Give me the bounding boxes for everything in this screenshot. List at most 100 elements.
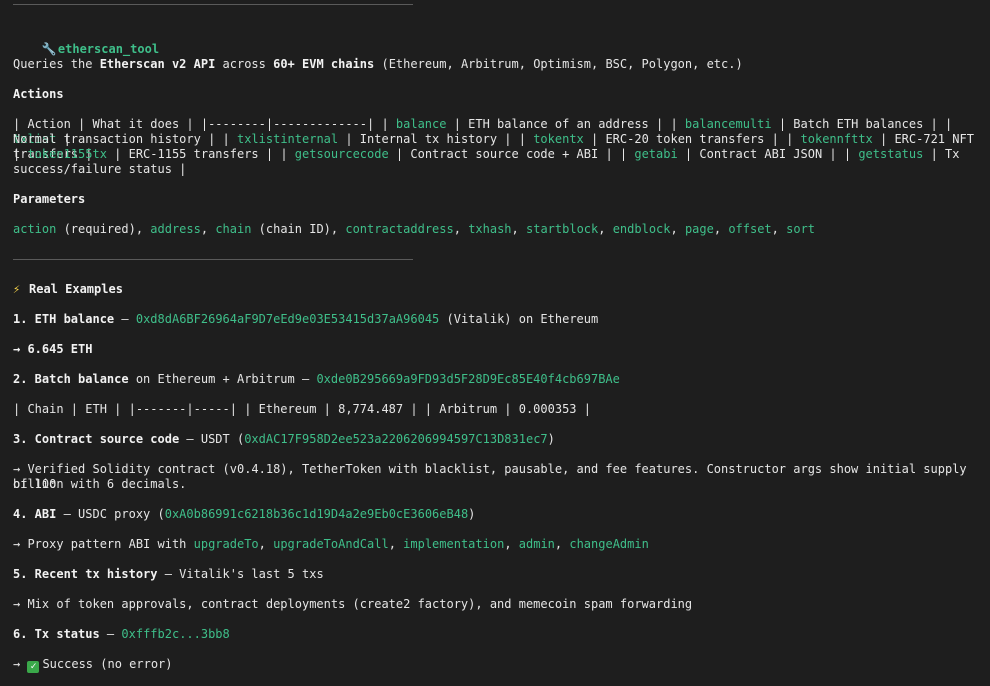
terminal-output: 🔧etherscan_tool Queries the Etherscan v2… [0, 0, 990, 686]
example-5-mid: — Vitalik's last 5 txs [157, 567, 324, 581]
actions-table-row-4: success/failure status | [13, 162, 187, 176]
example-4-label: 4. ABI [13, 507, 57, 521]
divider [13, 259, 413, 260]
action-getabi: getabi [634, 147, 678, 161]
param-startblock: startblock [526, 222, 599, 236]
examples-heading: ⚡ Real Examples [13, 282, 980, 297]
example-6-dash: — [99, 627, 122, 641]
param-sep: , [598, 222, 613, 236]
actions-text: | ERC-20 token transfers | | [583, 132, 801, 146]
param-sep: , [670, 222, 685, 236]
param-sep: (required), [56, 222, 151, 236]
param-page: page [684, 222, 714, 236]
action-balance: balance [395, 117, 447, 131]
intro-api: Etherscan v2 API [99, 57, 216, 71]
example-5: 5. Recent tx history — Vitalik's last 5 … [13, 567, 980, 582]
actions-text: | Action | What it does | |--------|----… [13, 117, 396, 131]
param-sep: , [771, 222, 787, 236]
action-txlistinternal: txlistinternal [236, 132, 339, 146]
tool-name: etherscan_tool [57, 42, 160, 56]
param-sep: (chain ID), [251, 222, 346, 236]
example-1-post: (Vitalik) on Ethereum [439, 312, 599, 326]
fn-sep: , [388, 537, 404, 551]
intro-post: (Ethereum, Arbitrum, Optimism, BSC, Poly… [374, 57, 743, 71]
example-3-post: ) [547, 432, 555, 446]
param-contractaddress: contractaddress [345, 222, 454, 236]
actions-text: | [13, 147, 28, 161]
fn-changeAdmin: changeAdmin [569, 537, 649, 551]
example-6: 6. Tx status — 0xfffb2c...3bb8 [13, 627, 980, 642]
fn-admin: admin [518, 537, 555, 551]
param-sep: , [453, 222, 469, 236]
example-2-address: 0xde0B295669a9FD93d5F28D9Ec85E40f4cb697B… [316, 372, 620, 386]
example-3: 3. Contract source code — USDT (0xdAC17F… [13, 432, 980, 447]
example-4-result: → Proxy pattern ABI with upgradeTo, upgr… [13, 537, 980, 552]
example-6-hash: 0xfffb2c...3bb8 [121, 627, 230, 641]
example-2-mid: on Ethereum + Arbitrum — [128, 372, 317, 386]
param-address: address [150, 222, 201, 236]
example-4: 4. ABI — USDC proxy (0xA0b86991c6218b36c… [13, 507, 980, 522]
param-offset: offset [728, 222, 772, 236]
example-6-result-pre: → [13, 657, 28, 671]
example-4-result-pre: → Proxy pattern ABI with [13, 537, 194, 551]
example-2-label: 2. Batch balance [13, 372, 129, 386]
intro-mid: across [215, 57, 274, 71]
param-action: action [13, 222, 57, 236]
example-3-mid: — USDT ( [179, 432, 245, 446]
fn-upgradeTo: upgradeTo [193, 537, 259, 551]
example-4-post: ) [468, 507, 476, 521]
param-chain: chain [215, 222, 252, 236]
example-3-result-line-2: billion with 6 decimals. [13, 477, 187, 491]
action-getsourcecode: getsourcecode [294, 147, 389, 161]
param-sep: , [713, 222, 729, 236]
fn-upgradeToAndCall: upgradeToAndCall [273, 537, 389, 551]
action-balancemulti: balancemulti [684, 117, 772, 131]
example-1-dash: — [114, 312, 136, 326]
param-txhash: txhash [468, 222, 512, 236]
example-5-label: 5. Recent tx history [13, 567, 158, 581]
param-endblock: endblock [612, 222, 671, 236]
example-1: 1. ETH balance — 0xd8dA6BF26964aF9D7eEd9… [13, 312, 980, 327]
intro-text: Queries the Etherscan v2 API across 60+ … [13, 57, 980, 72]
param-sort: sort [786, 222, 816, 236]
param-sep: , [200, 222, 216, 236]
actions-text: Normal transaction history | | [13, 132, 237, 146]
example-1-result: → 6.645 ETH [13, 342, 93, 356]
example-1-label: 1. ETH balance [13, 312, 115, 326]
actions-heading: Actions [13, 87, 64, 101]
examples-heading-text: Real Examples [29, 282, 123, 296]
example-4-address: 0xA0b86991c6218b36c1d19D4a2e9Eb0cE3606eB… [164, 507, 469, 521]
example-6-result: → ✓ Success (no error) [13, 657, 980, 673]
actions-text: | Batch ETH balances | | [771, 117, 960, 131]
parameters-heading: Parameters [13, 192, 86, 206]
example-1-address: 0xd8dA6BF26964aF9D7eEd9e03E53415d37aA960… [135, 312, 440, 326]
param-sep: , [511, 222, 526, 236]
actions-text: | ERC-1155 transfers | | [106, 147, 295, 161]
check-mark-icon: ✓ [27, 661, 40, 673]
actions-text: | Contract source code + ABI | | [388, 147, 635, 161]
fn-sep: , [504, 537, 519, 551]
fn-sep: , [258, 537, 274, 551]
fn-implementation: implementation [403, 537, 505, 551]
wrench-icon: 🔧 [41, 42, 57, 56]
example-3-label: 3. Contract source code [13, 432, 180, 446]
example-2: 2. Batch balance on Ethereum + Arbitrum … [13, 372, 980, 387]
actions-text: | Internal tx history | | [338, 132, 534, 146]
action-tokennfttx: tokennfttx [800, 132, 873, 146]
action-getstatus: getstatus [858, 147, 924, 161]
lightning-icon: ⚡ [13, 282, 21, 296]
actions-text: | ETH balance of an address | | [446, 117, 685, 131]
example-4-mid: — USDC proxy ( [56, 507, 165, 521]
example-3-address: 0xdAC17F958D2ee523a2206206994597C13D831e… [244, 432, 548, 446]
action-token1155tx: token1155tx [27, 147, 107, 161]
actions-text: | Contract ABI JSON | | [677, 147, 859, 161]
parameters-list: action (required), address, chain (chain… [13, 222, 980, 237]
divider [13, 4, 413, 5]
example-2-table: | Chain | ETH | |-------|-----| | Ethere… [13, 402, 591, 416]
example-6-label: 6. Tx status [13, 627, 100, 641]
actions-table-row-3: | token1155tx | ERC-1155 transfers | | g… [13, 147, 980, 162]
fn-sep: , [554, 537, 570, 551]
intro-pre: Queries the [13, 57, 100, 71]
actions-text: | Tx [923, 147, 960, 161]
example-5-result: → Mix of token approvals, contract deplo… [13, 597, 693, 611]
